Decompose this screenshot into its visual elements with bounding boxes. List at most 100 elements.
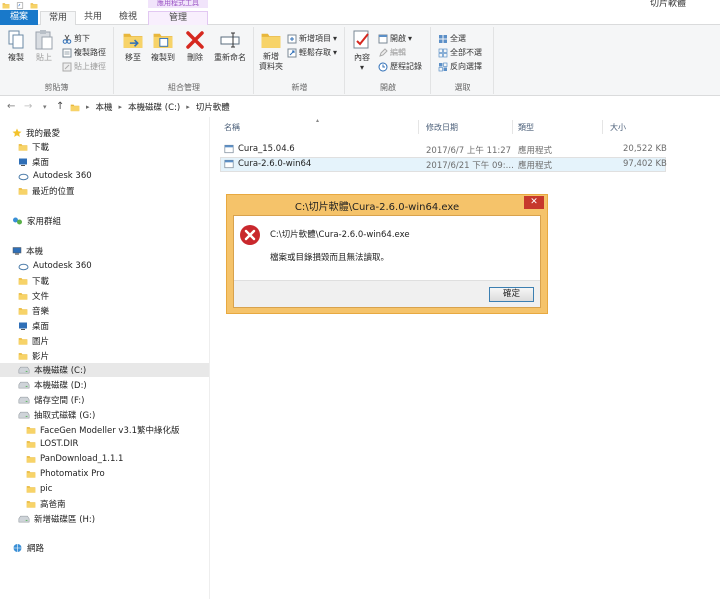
music-folder-icon xyxy=(18,306,28,316)
breadcrumb-item-this-pc[interactable]: 本機 xyxy=(96,101,113,113)
tab-share[interactable]: 共用 xyxy=(76,11,110,25)
nav-downloads[interactable]: 下載 xyxy=(18,140,49,154)
new-folder-button[interactable]: 新增 資料夾 xyxy=(257,29,285,72)
file-type: 應用程式 xyxy=(518,161,553,171)
nav-pc-autodesk[interactable]: Autodesk 360 xyxy=(18,259,92,273)
ok-button[interactable]: 確定 xyxy=(489,287,534,302)
nav-drive-c[interactable]: 本機磁碟 (C:) xyxy=(0,363,209,377)
invert-selection-button[interactable]: 反向選擇 xyxy=(438,61,482,72)
history-button[interactable]: 歷程記錄 xyxy=(378,61,422,72)
folder-icon[interactable] xyxy=(2,2,10,9)
nav-favorites[interactable]: 我的最愛 xyxy=(12,126,60,140)
chevron-right-icon: ▸ xyxy=(186,103,190,111)
nav-folder-gaobanan[interactable]: 高爸南 xyxy=(26,497,66,511)
properties-icon[interactable] xyxy=(16,1,24,9)
recent-locations-chevron-icon[interactable]: ▾ xyxy=(43,103,47,111)
tab-manage[interactable]: 管理 xyxy=(148,11,208,25)
breadcrumb[interactable]: ▸ 本機 ▸ 本機磁碟 (C:) ▸ 切片軟體 xyxy=(70,100,230,114)
nav-pc-downloads[interactable]: 下載 xyxy=(18,274,49,288)
easy-access-button[interactable]: 輕鬆存取 ▾ xyxy=(287,47,337,58)
new-item-button[interactable]: 新增項目 ▾ xyxy=(287,33,337,44)
group-open-label: 開啟 xyxy=(380,83,396,92)
address-bar: ← → ▾ ↑ ▸ 本機 ▸ 本機磁碟 (C:) ▸ 切片軟體 xyxy=(0,97,720,117)
scissors-icon xyxy=(62,34,72,44)
column-divider[interactable] xyxy=(512,120,513,134)
copy-label: 複製 xyxy=(8,53,24,62)
select-all-button[interactable]: 全選 xyxy=(438,33,466,44)
new-folder-icon[interactable] xyxy=(30,2,38,9)
nav-desktop[interactable]: 桌面 xyxy=(18,155,49,169)
nav-pc-videos[interactable]: 影片 xyxy=(18,349,49,363)
breadcrumb-item-drive-c[interactable]: 本機磁碟 (C:) xyxy=(128,101,180,113)
nav-label: 圖片 xyxy=(32,337,50,347)
nav-label: 高爸南 xyxy=(40,500,66,510)
column-divider[interactable] xyxy=(418,120,419,134)
nav-drive-f[interactable]: 儲存空間 (F:) xyxy=(18,393,84,407)
properties-button[interactable]: 內容 ▾ xyxy=(350,29,374,72)
nav-drive-h[interactable]: 新增磁碟區 (H:) xyxy=(18,512,95,526)
history-label: 歷程記錄 xyxy=(390,62,422,71)
column-header-name[interactable]: 名稱 xyxy=(224,122,240,133)
nav-folder-lost-dir[interactable]: LOST.DIR xyxy=(26,437,78,451)
paste-shortcut-button[interactable]: 貼上捷徑 xyxy=(62,61,106,72)
paste-button[interactable]: 貼上 xyxy=(32,29,56,63)
close-icon: ✕ xyxy=(530,197,538,207)
nav-label: 文件 xyxy=(32,292,50,302)
cut-button[interactable]: 剪下 xyxy=(62,33,90,44)
copy-button[interactable]: 複製 xyxy=(4,29,28,63)
nav-network[interactable]: 網路 xyxy=(12,541,44,555)
move-to-button[interactable]: 移至 xyxy=(121,29,145,63)
column-header-size[interactable]: 大小 xyxy=(610,122,626,133)
file-date: 2017/6/21 下午 09:... xyxy=(426,161,514,171)
copy-to-button[interactable]: 複製到 xyxy=(149,29,177,63)
forward-arrow-icon[interactable]: → xyxy=(24,101,32,112)
column-header-type[interactable]: 類型 xyxy=(518,122,534,133)
tab-home[interactable]: 常用 xyxy=(40,11,76,26)
nav-pc-music[interactable]: 音樂 xyxy=(18,304,49,318)
nav-label: 桌面 xyxy=(32,322,50,332)
nav-folder-pandownload[interactable]: PanDownload_1.1.1 xyxy=(26,452,123,466)
dialog-title: C:\切片軟體\Cura-2.6.0-win64.exe xyxy=(294,202,460,213)
back-arrow-icon[interactable]: ← xyxy=(7,101,15,112)
open-button[interactable]: 開啟 ▾ xyxy=(378,33,412,44)
table-row[interactable]: Cura_15.04.6 2017/6/7 上午 11:27 應用程式 20,5… xyxy=(220,142,667,157)
nav-folder-pic[interactable]: pic xyxy=(26,482,52,496)
easy-access-label: 輕鬆存取 xyxy=(299,48,331,57)
nav-pc-pictures[interactable]: 圖片 xyxy=(18,334,49,348)
nav-folder-photomatix[interactable]: Photomatix Pro xyxy=(26,467,105,481)
breadcrumb-item-folder[interactable]: 切片軟體 xyxy=(196,101,230,113)
navigation-pane: 我的最愛 下載 桌面 Autodesk 360 最近的位置 家用群組 本機 Au… xyxy=(0,117,210,599)
nav-this-pc[interactable]: 本機 xyxy=(12,244,43,258)
tab-file[interactable]: 檔案 xyxy=(0,10,38,25)
folder-icon xyxy=(26,425,36,435)
downloads-folder-icon xyxy=(18,276,28,286)
copy-to-label: 複製到 xyxy=(151,53,175,62)
nav-pc-documents[interactable]: 文件 xyxy=(18,289,49,303)
column-header-date[interactable]: 修改日期 xyxy=(426,122,458,133)
group-organize: 移至 複製到 刪除 重新命名 組合管理 xyxy=(115,27,254,94)
nav-drive-g[interactable]: 抽取式磁碟 (G:) xyxy=(18,408,95,422)
nav-drive-d[interactable]: 本機磁碟 (D:) xyxy=(18,378,87,392)
nav-label: pic xyxy=(40,484,53,494)
delete-button[interactable]: 刪除 xyxy=(183,29,207,63)
nav-recent[interactable]: 最近的位置 xyxy=(18,184,75,198)
up-arrow-icon[interactable]: ↑ xyxy=(56,101,64,112)
rename-button[interactable]: 重新命名 xyxy=(211,29,249,63)
tab-view[interactable]: 檢視 xyxy=(110,11,146,25)
nav-folder-facegen[interactable]: FaceGen Modeller v3.1繁中綠化版 xyxy=(26,423,179,437)
nav-autodesk[interactable]: Autodesk 360 xyxy=(18,169,92,183)
delete-label: 刪除 xyxy=(187,53,203,62)
edit-button[interactable]: 編輯 xyxy=(378,47,406,58)
drive-icon xyxy=(18,381,30,390)
nav-pc-desktop[interactable]: 桌面 xyxy=(18,319,49,333)
dialog-message: 檔案或目錄損毀而且無法讀取。 xyxy=(270,253,390,263)
nav-label: 我的最愛 xyxy=(26,129,61,139)
dialog-close-button[interactable]: ✕ xyxy=(524,196,544,209)
nav-label: Photomatix Pro xyxy=(40,469,105,479)
chevron-right-icon: ▸ xyxy=(86,103,90,111)
column-divider[interactable] xyxy=(602,120,603,134)
copy-path-button[interactable]: 複製路徑 xyxy=(62,47,106,58)
select-none-button[interactable]: 全部不選 xyxy=(438,47,482,58)
nav-homegroup[interactable]: 家用群組 xyxy=(12,214,61,228)
table-row[interactable]: Cura-2.6.0-win64 2017/6/21 下午 09:... 應用程… xyxy=(220,157,667,172)
